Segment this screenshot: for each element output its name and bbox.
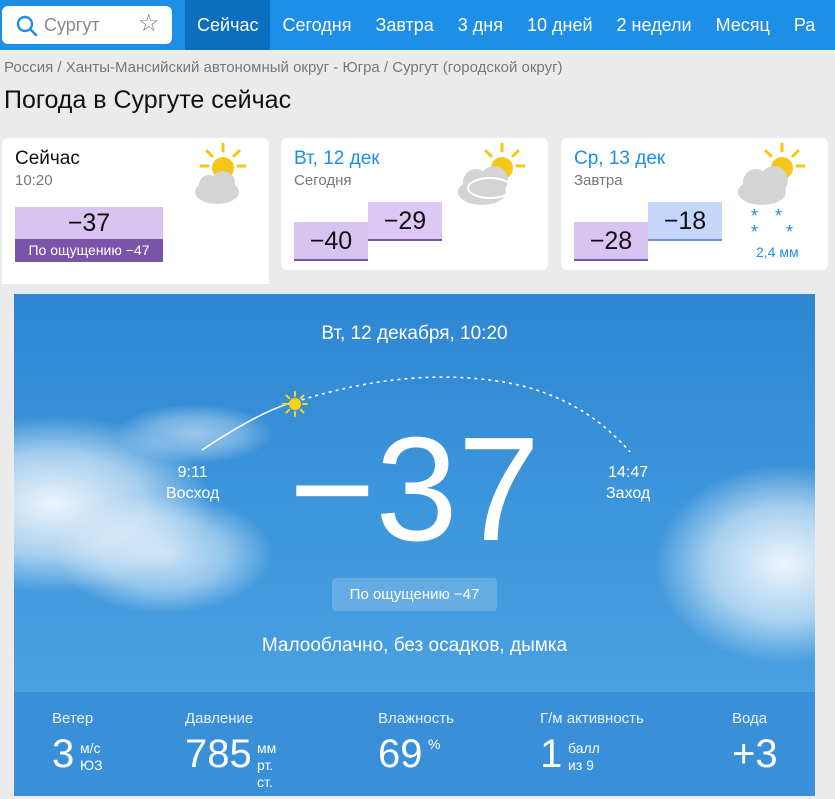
- cloudy-sun-snow-icon: [736, 142, 808, 213]
- top-bar: Сургут ☆ Сейчас Сегодня Завтра 3 дня 10 …: [0, 0, 835, 50]
- tab-tomorrow[interactable]: Завтра: [363, 0, 445, 50]
- card-tomorrow-title: Ср, 13 дек: [574, 148, 666, 169]
- pressure-unit: мм: [257, 740, 277, 756]
- card-tomorrow-sub: Завтра: [574, 172, 623, 189]
- humidity-label: Влажность: [378, 710, 454, 727]
- weather-stats: Ветер 3 м/с ЮЗ Давление 785 мм рт. ст. В…: [14, 692, 815, 796]
- tab-month[interactable]: Месяц: [704, 0, 782, 50]
- current-feels-like: По ощущению −47: [332, 578, 497, 611]
- current-temperature: −37: [288, 407, 541, 572]
- tomorrow-min-temp: −28: [574, 222, 648, 261]
- tab-more[interactable]: Ра: [782, 0, 827, 50]
- wind-value: 3: [52, 732, 75, 776]
- card-tomorrow[interactable]: Ср, 13 дек Завтра * * * * 2,4 мм −28 −18: [561, 138, 828, 270]
- geomag-units: балл из 9: [568, 740, 600, 774]
- card-today-title: Вт, 12 дек: [294, 148, 380, 169]
- tab-3-days[interactable]: 3 дня: [446, 0, 515, 50]
- favorite-star-icon[interactable]: ☆: [138, 12, 160, 36]
- tab-now[interactable]: Сейчас: [185, 0, 271, 50]
- card-now[interactable]: Сейчас 10:20 −37 По ощущению −47: [2, 138, 269, 284]
- search-icon[interactable]: [16, 15, 38, 42]
- page-title: Погода в Сургуте сейчас: [4, 86, 292, 114]
- stat-wind[interactable]: Ветер 3 м/с ЮЗ: [52, 710, 103, 774]
- search-box[interactable]: Сургут ☆: [2, 6, 172, 44]
- pressure-units: мм рт. ст.: [257, 740, 276, 791]
- wind-direction: ЮЗ: [80, 757, 103, 773]
- wind-label: Ветер: [52, 710, 94, 727]
- stat-pressure[interactable]: Давление 785 мм рт. ст.: [185, 710, 276, 790]
- now-temperature: −37: [15, 207, 163, 239]
- current-date: Вт, 12 декабря, 10:20: [321, 323, 508, 344]
- breadcrumb[interactable]: Россия / Ханты-Мансийский автономный окр…: [4, 59, 563, 76]
- current-weather-panel: Вт, 12 декабря, 10:20 9:11 Восход 14:47 …: [14, 294, 815, 692]
- geomag-unit: балл: [568, 740, 600, 756]
- stat-water[interactable]: Вода +3: [732, 710, 778, 774]
- water-value: +3: [732, 732, 778, 776]
- snowflakes-icon: * * * *: [751, 206, 800, 242]
- geomag-label: Г/м активность: [540, 710, 644, 727]
- geomag-scale: из 9: [568, 757, 594, 773]
- cloudy-sun-icon: [456, 142, 528, 213]
- humidity-value: 69: [378, 732, 423, 776]
- partly-cloudy-sun-icon: [187, 142, 249, 213]
- pressure-value: 785: [185, 732, 252, 776]
- geomag-value: 1: [540, 732, 563, 776]
- wind-unit: м/с: [80, 740, 101, 756]
- wind-units: м/с ЮЗ: [80, 740, 103, 774]
- water-label: Вода: [732, 710, 768, 727]
- card-now-title: Сейчас: [15, 148, 80, 169]
- card-now-time: 10:20: [15, 172, 53, 189]
- pressure-label: Давление: [185, 710, 254, 727]
- today-max-temp: −29: [368, 202, 442, 241]
- nav-tabs: Сейчас Сегодня Завтра 3 дня 10 дней 2 не…: [185, 0, 827, 50]
- now-feels-like: По ощущению −47: [15, 239, 163, 262]
- stat-geomagnetic[interactable]: Г/м активность 1 балл из 9: [540, 710, 644, 774]
- weather-condition: Малооблачно, без осадков, дымка: [261, 635, 568, 656]
- tomorrow-precipitation: 2,4 мм: [756, 244, 799, 260]
- tomorrow-max-temp: −18: [648, 202, 722, 241]
- card-today-sub: Сегодня: [294, 172, 352, 189]
- stat-humidity[interactable]: Влажность 69 %: [378, 710, 454, 774]
- humidity-unit: %: [428, 736, 441, 752]
- search-input[interactable]: Сургут: [44, 15, 100, 36]
- tab-10-days[interactable]: 10 дней: [515, 0, 605, 50]
- pressure-unit-2: рт. ст.: [257, 757, 274, 790]
- tab-2-weeks[interactable]: 2 недели: [605, 0, 704, 50]
- tab-today[interactable]: Сегодня: [270, 0, 363, 50]
- card-today[interactable]: Вт, 12 дек Сегодня −40 −29: [281, 138, 548, 270]
- today-min-temp: −40: [294, 222, 368, 261]
